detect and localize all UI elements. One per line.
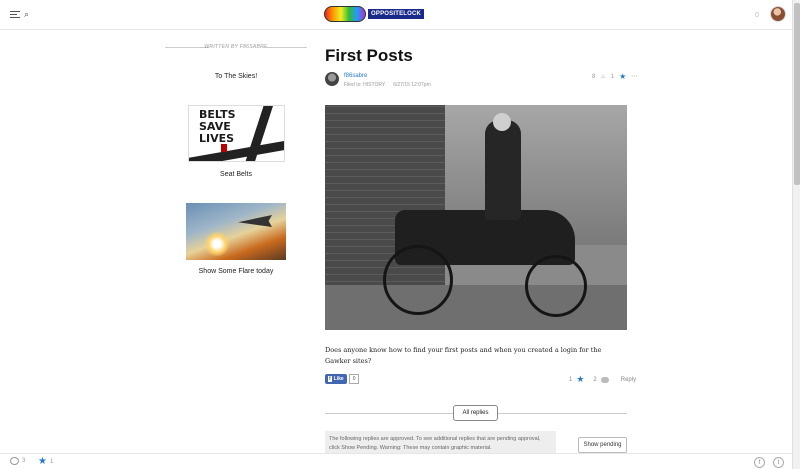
- flare-glow: [204, 231, 230, 257]
- facebook-icon: f: [328, 376, 332, 382]
- top-bar: ⌕ OPPOSITELOCK 0: [0, 0, 792, 30]
- thumbnail-text: BELTS SAVE LIVES: [199, 108, 236, 145]
- comment-bubble-icon: [10, 457, 19, 465]
- post-date[interactable]: 6/27/15 12:07pm: [393, 82, 431, 88]
- divider: [325, 413, 453, 414]
- post-stats: 8 ♨ 1 ★ ⋯: [592, 72, 637, 81]
- author-avatar[interactable]: [325, 72, 339, 86]
- facebook-share-icon[interactable]: f: [754, 457, 765, 468]
- reply-link[interactable]: Reply: [621, 377, 636, 383]
- belt-buckle: [221, 144, 227, 152]
- sidebar-item-seat-belts[interactable]: Seat Belts: [165, 171, 307, 178]
- driver-head: [493, 113, 511, 131]
- facebook-like-label: Like: [333, 376, 344, 382]
- bottom-bar: 3 ★ 1 f t: [0, 453, 792, 469]
- filed-to-label[interactable]: Filed to: HISTORY: [344, 82, 385, 88]
- facebook-like-count: 0: [348, 374, 360, 384]
- user-avatar[interactable]: [770, 6, 786, 22]
- divider: [263, 47, 307, 48]
- seat-belts-thumbnail[interactable]: BELTS SAVE LIVES: [188, 105, 285, 162]
- reply-count: 2: [593, 376, 597, 383]
- facebook-like: f Like 0: [325, 374, 360, 384]
- bottom-star-count: 1: [49, 459, 54, 465]
- logo-mark: [324, 6, 366, 22]
- sidebar-item-show-some-flare[interactable]: Show Some Flare today: [165, 268, 307, 275]
- search-icon[interactable]: ⌕: [24, 10, 29, 19]
- post-image: [325, 105, 627, 330]
- star-icon[interactable]: ★: [619, 72, 626, 81]
- author-name[interactable]: f86sabre: [344, 73, 367, 79]
- stars-counter[interactable]: ★ 1: [38, 457, 53, 467]
- star-count: 1: [569, 376, 573, 383]
- flare-thumbnail[interactable]: [186, 203, 286, 260]
- page-scrollbar[interactable]: [792, 0, 800, 469]
- post-actions: 1 ★ 2 Reply: [569, 374, 636, 385]
- post-body: Does anyone know how to find your first …: [325, 346, 602, 365]
- comment-bubble-icon[interactable]: [600, 376, 609, 383]
- jet-silhouette: [238, 215, 272, 227]
- facebook-like-button[interactable]: f Like: [325, 374, 347, 384]
- comments-counter[interactable]: 3: [10, 457, 25, 465]
- show-pending-button[interactable]: Show pending: [578, 437, 627, 453]
- more-options-icon[interactable]: ⋯: [631, 73, 637, 80]
- logo-text: OPPOSITELOCK: [368, 9, 425, 19]
- post-title[interactable]: First Posts: [325, 46, 413, 66]
- divider: [498, 413, 627, 414]
- notification-count[interactable]: 0: [755, 12, 759, 19]
- flame-icon: ♨: [600, 74, 606, 80]
- sidebar-item-to-the-skies[interactable]: To The Skies!: [165, 73, 307, 80]
- twitter-share-icon[interactable]: t: [773, 457, 784, 468]
- star-icon: ★: [38, 456, 47, 467]
- written-by-header: WRITTEN BY F86SABRE: [165, 42, 307, 52]
- front-wheel: [525, 255, 587, 317]
- star-icon[interactable]: ★: [576, 374, 584, 385]
- all-replies-button[interactable]: All replies: [453, 405, 498, 421]
- hamburger-menu-icon[interactable]: [10, 11, 20, 19]
- comment-count: 3: [22, 458, 26, 464]
- site-logo[interactable]: OPPOSITELOCK: [324, 6, 425, 22]
- star-count: 1: [610, 73, 615, 80]
- driver: [485, 120, 521, 220]
- rear-wheel: [383, 245, 453, 315]
- post-meta: Filed to: HISTORY 6/27/15 12:07pm: [344, 82, 431, 88]
- view-count: 8: [592, 73, 596, 80]
- scrollbar-thumb[interactable]: [794, 3, 800, 185]
